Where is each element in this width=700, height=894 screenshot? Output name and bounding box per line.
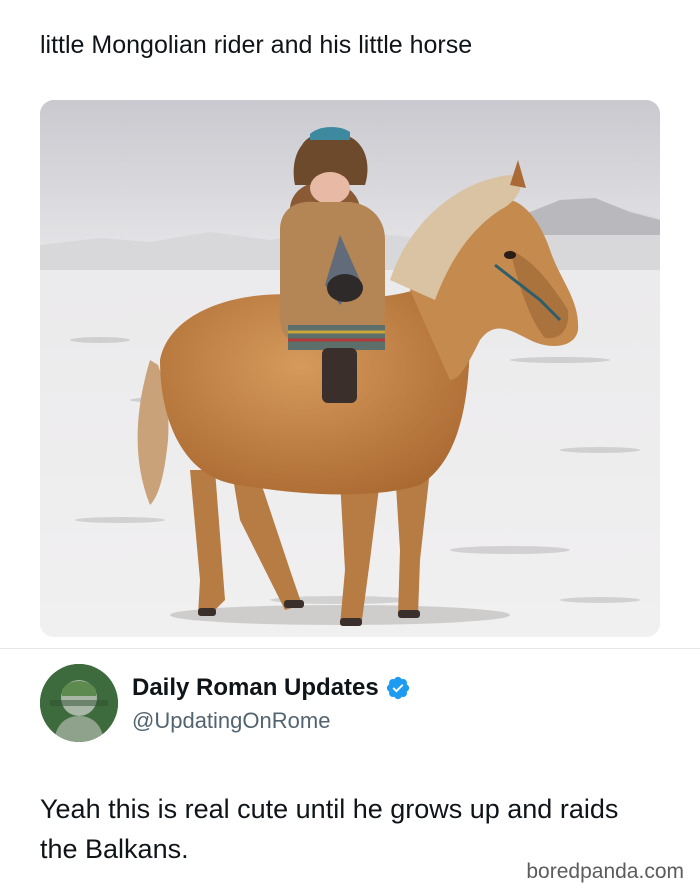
- display-name[interactable]: Daily Roman Updates: [132, 673, 379, 703]
- reply-text: Yeah this is real cute until he grows up…: [40, 794, 619, 864]
- verified-badge-icon: [385, 675, 411, 701]
- avatar[interactable]: [40, 664, 118, 742]
- post-photo[interactable]: [40, 100, 660, 637]
- horse-rider-photo: [40, 100, 660, 637]
- account-handle[interactable]: @UpdatingOnRome: [132, 707, 330, 735]
- account-name-row[interactable]: Daily Roman Updates: [132, 673, 411, 703]
- divider: [0, 648, 700, 649]
- watermark: boredpanda.com: [526, 860, 684, 883]
- avatar-image: [40, 664, 118, 742]
- post-caption: little Mongolian rider and his little ho…: [40, 31, 473, 59]
